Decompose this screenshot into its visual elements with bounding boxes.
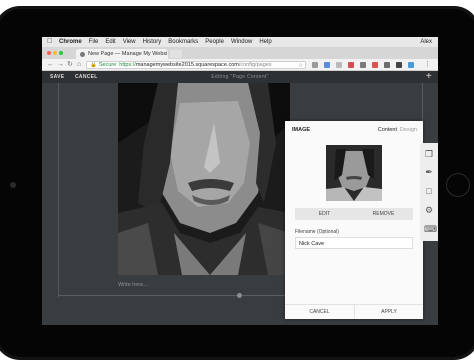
menubar-user[interactable]: Alex xyxy=(420,39,432,45)
chrome-menu-icon[interactable]: ⋮ xyxy=(424,60,431,69)
minimize-window-icon[interactable] xyxy=(53,51,57,55)
url-path: /config/pages xyxy=(238,62,272,68)
forward-icon[interactable]: → xyxy=(57,60,64,69)
browser-tabbar: New Page — Manage My Websi × xyxy=(42,47,438,59)
screen:  Chrome File Edit View History Bookmark… xyxy=(42,37,438,325)
close-window-icon[interactable] xyxy=(47,51,51,55)
image-action-bar: EDIT REMOVE xyxy=(295,208,413,220)
editing-label: Editing "Page Content" xyxy=(211,74,269,80)
image-editor-panel: IMAGE Content Design EDIT REMOVE Filenam… xyxy=(285,121,423,319)
menu-people[interactable]: People xyxy=(205,39,224,45)
lock-icon[interactable]: 🔒 xyxy=(90,62,97,68)
url-scheme: https:// xyxy=(119,62,136,68)
keyboard-icon[interactable]: ⌨ xyxy=(424,224,437,234)
settings-icon[interactable]: ⚙ xyxy=(424,205,434,215)
thumbnail-image xyxy=(326,145,382,201)
panel-cancel-button[interactable]: CANCEL xyxy=(285,309,354,315)
home-icon[interactable]: ⌂ xyxy=(77,60,81,69)
extension-icon[interactable] xyxy=(396,62,402,68)
extension-icon[interactable] xyxy=(336,62,342,68)
edit-image-button[interactable]: EDIT xyxy=(295,211,354,217)
insert-point-handle[interactable] xyxy=(237,293,242,298)
panel-title: IMAGE xyxy=(292,127,311,133)
extension-icon[interactable] xyxy=(312,62,318,68)
image-block[interactable] xyxy=(118,83,290,275)
tab-close-icon[interactable]: × xyxy=(167,51,168,57)
panel-footer: CANCEL APPLY xyxy=(285,304,423,319)
home-button[interactable] xyxy=(446,173,470,197)
camera-icon xyxy=(10,182,16,188)
bookmark-star-icon[interactable]: ☆ xyxy=(298,62,303,69)
text-placeholder[interactable]: Write here... xyxy=(118,282,148,288)
menu-view[interactable]: View xyxy=(123,39,136,45)
folder-icon[interactable]: □ xyxy=(424,186,434,196)
secure-label: Secure xyxy=(98,62,117,68)
panel-apply-button[interactable]: APPLY xyxy=(354,305,423,319)
style-icon[interactable]: ✒ xyxy=(424,167,434,177)
tab-content[interactable]: Content xyxy=(378,127,397,133)
extension-icon[interactable] xyxy=(372,62,378,68)
page-border-left xyxy=(58,83,59,297)
maximize-window-icon[interactable] xyxy=(59,51,63,55)
menu-bookmarks[interactable]: Bookmarks xyxy=(168,39,198,45)
reload-icon[interactable]: ↻ xyxy=(67,60,73,69)
remove-image-button[interactable]: REMOVE xyxy=(354,211,413,217)
tab-design[interactable]: Design xyxy=(400,127,417,133)
apple-icon[interactable]:  xyxy=(47,38,53,45)
menu-edit[interactable]: Edit xyxy=(105,39,115,45)
mac-menubar:  Chrome File Edit View History Bookmark… xyxy=(42,37,438,47)
extension-icon[interactable] xyxy=(360,62,366,68)
menu-window[interactable]: Window xyxy=(231,39,252,45)
browser-toolbar: ← → ↻ ⌂ 🔒 Secure https:// managemywebsit… xyxy=(42,59,438,71)
tab-title: New Page — Manage My Websi xyxy=(88,51,168,57)
extension-icon[interactable] xyxy=(408,62,414,68)
add-block-button[interactable]: + xyxy=(426,71,432,82)
extension-icon[interactable] xyxy=(324,62,330,68)
image-thumbnail[interactable] xyxy=(326,145,382,201)
panel-header: IMAGE Content Design xyxy=(285,127,423,135)
back-icon[interactable]: ← xyxy=(47,60,54,69)
extension-icon[interactable] xyxy=(384,62,390,68)
menu-file[interactable]: File xyxy=(89,39,99,45)
squarespace-favicon-icon xyxy=(80,51,85,57)
pages-icon[interactable]: ❐ xyxy=(424,149,434,159)
menu-history[interactable]: History xyxy=(143,39,162,45)
filename-field[interactable]: Nick Cave xyxy=(295,237,413,249)
browser-tab[interactable]: New Page — Manage My Websi × xyxy=(76,49,168,59)
url-host: managemywebsite2015.squarespace.com xyxy=(135,62,239,68)
portrait-image xyxy=(118,83,290,275)
address-bar[interactable]: 🔒 Secure https:// managemywebsite2015.sq… xyxy=(86,61,306,69)
menu-help[interactable]: Help xyxy=(259,39,271,45)
editor-topbar: SAVE CANCEL Editing "Page Content" + xyxy=(42,71,438,83)
filename-label: Filename (Optional) xyxy=(295,229,339,235)
editor-right-toolbar: ❐ ✒ □ ⚙ ⌨ xyxy=(420,143,438,241)
new-tab-button[interactable] xyxy=(170,50,182,58)
extension-icon[interactable] xyxy=(348,62,354,68)
menu-chrome[interactable]: Chrome xyxy=(59,39,82,45)
